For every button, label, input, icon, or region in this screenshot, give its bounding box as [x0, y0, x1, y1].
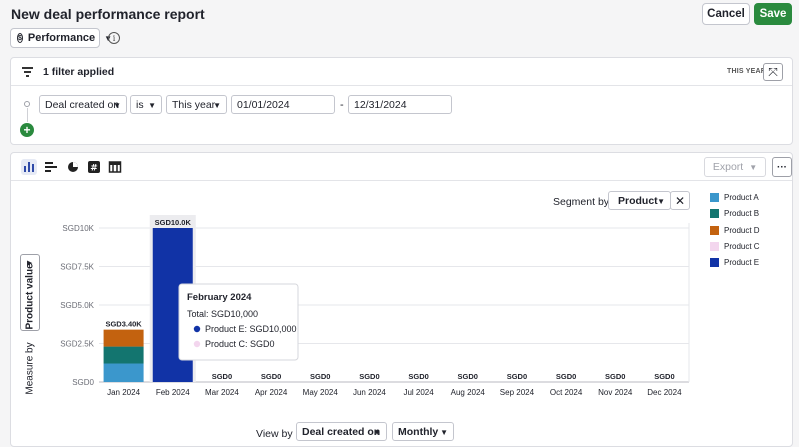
report-type-dropdown[interactable]: $ Performance ▼: [10, 28, 112, 48]
filter-field-select[interactable]: Deal created on ▼: [39, 95, 127, 114]
legend-item[interactable]: Product D: [710, 225, 760, 235]
filter-tag: THIS YEAR: [727, 68, 767, 75]
date-separator: -: [340, 99, 344, 111]
bar-total-label: SGD3.40K: [105, 320, 142, 329]
bar-segment: [103, 329, 144, 347]
caret-down-icon: ▼: [213, 101, 221, 110]
legend-swatch: [710, 225, 719, 235]
bar-total-label: SGD0: [310, 372, 330, 381]
date-to-input[interactable]: 12/31/2024: [348, 95, 452, 114]
x-tick-label: Sep 2024: [500, 388, 535, 397]
filter-row-marker: [24, 101, 30, 107]
collapse-filter-button[interactable]: ⤧: [763, 63, 783, 81]
x-tick-label: Jun 2024: [353, 388, 386, 397]
bar-total-label: SGD0: [408, 372, 428, 381]
bar-segment: [103, 363, 144, 382]
tooltip-item: Product C: SGD0: [205, 339, 275, 349]
bar-total-label: SGD0: [556, 372, 576, 381]
caret-down-icon: ▼: [148, 101, 156, 110]
bar-total-label: SGD0: [507, 372, 527, 381]
x-tick-label: Feb 2024: [156, 388, 190, 397]
legend-item[interactable]: Product E: [710, 258, 760, 268]
legend-item[interactable]: Product A: [710, 193, 759, 202]
legend-label: Product A: [724, 193, 759, 202]
caret-down-icon: ▼: [373, 428, 381, 437]
filter-connector: [27, 108, 28, 122]
bar-total-label: SGD0: [458, 372, 478, 381]
y-tick-label: SGD0: [72, 378, 94, 387]
y-tick-label: SGD10K: [62, 224, 94, 233]
report-type-label: Performance: [27, 32, 96, 44]
page-title: New deal performance report: [11, 6, 205, 22]
legend-label: Product E: [724, 258, 760, 268]
filter-operator-value: is: [136, 98, 144, 111]
legend-swatch: [710, 193, 719, 202]
view-by-interval-select[interactable]: Monthly ▼: [392, 422, 454, 441]
view-by-field-value: Deal created on: [302, 425, 381, 438]
info-icon[interactable]: i: [108, 32, 120, 44]
caret-down-icon: ▼: [440, 428, 448, 437]
x-tick-label: Jul 2024: [403, 388, 434, 397]
filter-period-value: This year: [172, 98, 216, 111]
filter-icon: [22, 67, 33, 77]
x-tick-label: Nov 2024: [598, 388, 633, 397]
legend-item[interactable]: Product B: [710, 209, 760, 219]
tooltip-total: Total: SGD10,000: [187, 309, 258, 319]
y-tick-label: SGD5.0K: [60, 301, 94, 310]
legend-label: Product D: [724, 225, 760, 235]
date-from-input[interactable]: 01/01/2024: [231, 95, 335, 114]
y-tick-label: SGD7.5K: [60, 263, 94, 272]
filter-header[interactable]: 1 filter applied THIS YEAR ⤧: [11, 58, 792, 86]
legend-swatch: [710, 258, 719, 268]
filter-operator-select[interactable]: is ▼: [130, 95, 162, 114]
x-tick-label: Dec 2024: [647, 388, 682, 397]
bar-segment: [103, 346, 144, 364]
tooltip-swatch: [193, 340, 201, 348]
filter-summary: 1 filter applied: [43, 66, 115, 78]
save-button[interactable]: Save: [754, 3, 792, 25]
legend-label: Product C: [724, 241, 760, 251]
caret-down-icon: ▼: [113, 101, 121, 110]
chart-panel: # Export ▼ ··· Segment by Product ▼ ✕ ▶ …: [10, 152, 793, 447]
add-filter-button[interactable]: +: [20, 123, 34, 137]
cancel-button[interactable]: Cancel: [702, 3, 750, 25]
tooltip-item: Product E: SGD10,000: [205, 324, 297, 334]
filter-panel: 1 filter applied THIS YEAR ⤧ + Deal crea…: [10, 57, 793, 145]
view-by-label: View by: [256, 428, 293, 440]
x-tick-label: May 2024: [303, 388, 339, 397]
view-by-field-select[interactable]: Deal created on ▼: [296, 422, 387, 441]
legend-swatch: [710, 241, 719, 251]
filter-field-value: Deal created on: [45, 98, 120, 111]
dollar-icon: $: [17, 33, 23, 43]
y-tick-label: SGD2.5K: [60, 340, 94, 349]
tooltip-swatch: [193, 325, 201, 333]
x-tick-label: Aug 2024: [451, 388, 486, 397]
bar-total-label: SGD0: [212, 372, 232, 381]
tooltip-title: February 2024: [187, 292, 252, 303]
view-by-interval-value: Monthly: [398, 425, 439, 438]
bar-total-label: SGD10.0K: [155, 218, 192, 227]
x-tick-label: Oct 2024: [550, 388, 583, 397]
filter-period-select[interactable]: This year ▼: [166, 95, 227, 114]
x-tick-label: Mar 2024: [205, 388, 239, 397]
top-bar: New deal performance report Cancel Save …: [0, 0, 799, 54]
legend-label: Product B: [724, 209, 760, 219]
x-tick-label: Apr 2024: [255, 388, 288, 397]
bar-total-label: SGD0: [654, 372, 674, 381]
legend-swatch: [710, 209, 719, 219]
x-tick-label: Jan 2024: [107, 388, 140, 397]
legend-item[interactable]: Product C: [710, 241, 760, 251]
bar-total-label: SGD0: [359, 372, 379, 381]
bar-total-label: SGD0: [261, 372, 281, 381]
collapse-icon: ⤧: [768, 64, 778, 79]
bar-total-label: SGD0: [605, 372, 625, 381]
chart-plot: SGD0 SGD2.5K SGD5.0K SGD7.5K SGD10K SGD3.40K J…: [60, 215, 690, 397]
